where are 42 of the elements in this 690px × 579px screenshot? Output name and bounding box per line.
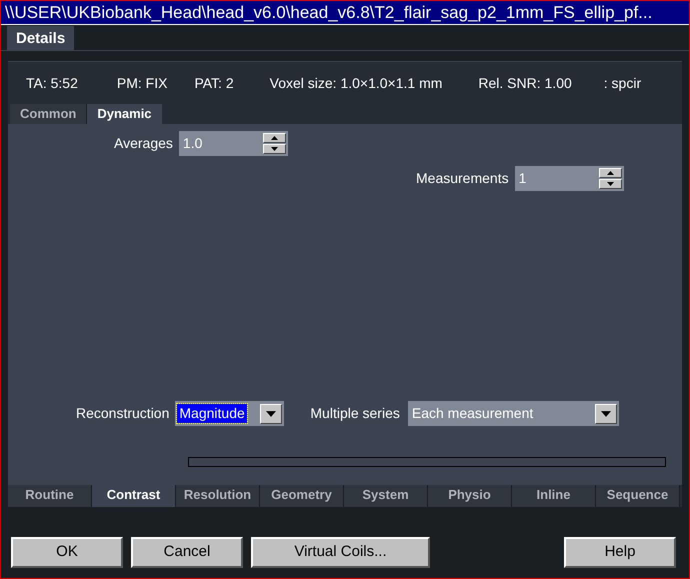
spin-field[interactable]: 1.0 bbox=[178, 131, 288, 156]
tab[interactable]: Inline bbox=[512, 485, 596, 507]
button[interactable]: Virtual Coils... bbox=[251, 537, 430, 568]
field-label: Averages bbox=[114, 134, 173, 153]
info-text: PAT: 2 bbox=[194, 74, 234, 92]
spin-down-button[interactable] bbox=[262, 144, 286, 154]
tab[interactable]: Geometry bbox=[260, 485, 344, 507]
tab[interactable]: Routine bbox=[8, 485, 92, 507]
dropdown-button[interactable] bbox=[260, 404, 282, 424]
field-label: Multiple series bbox=[310, 404, 400, 423]
button[interactable]: OK bbox=[11, 537, 123, 568]
tab[interactable]: Physio bbox=[428, 485, 512, 507]
arrow-down-icon bbox=[270, 147, 278, 151]
caret-icon bbox=[266, 410, 276, 416]
info-text: Rel. SNR: 1.00 bbox=[478, 74, 572, 92]
tab[interactable]: Sequence bbox=[596, 485, 680, 507]
button[interactable]: Help bbox=[564, 537, 676, 568]
arrow-down-icon bbox=[606, 182, 614, 186]
field-label: Reconstruction bbox=[76, 404, 170, 423]
tab[interactable]: Dynamic bbox=[87, 104, 162, 124]
window-title: \\USER\UKBiobank_Head\head_v6.0\head_v6.8\T2_flair_sag_p2_1mm_FS_ellip_pf... bbox=[1, 1, 689, 25]
spin-up-button[interactable] bbox=[598, 168, 622, 178]
dropdown[interactable]: Magnitude bbox=[175, 401, 284, 426]
button[interactable]: Cancel bbox=[131, 537, 243, 568]
tab[interactable]: System bbox=[344, 485, 428, 507]
info-text: Voxel size: 1.0×1.0×1.1 mm bbox=[270, 74, 442, 92]
tab[interactable]: Contrast bbox=[92, 485, 176, 507]
spin-down-button[interactable] bbox=[598, 179, 622, 189]
dropdown[interactable]: Each measurement bbox=[408, 401, 619, 426]
info-text: TA: 5:52 bbox=[26, 74, 78, 92]
info-text: PM: FIX bbox=[116, 74, 168, 92]
tab[interactable]: Resolution bbox=[176, 485, 260, 507]
tab[interactable]: Common bbox=[10, 104, 88, 124]
spin-field[interactable]: 1 bbox=[514, 166, 624, 191]
info-text: : spcir bbox=[604, 74, 642, 93]
field-label: Measurements bbox=[416, 169, 509, 188]
arrow-up-icon bbox=[606, 171, 614, 175]
tab[interactable]: Details bbox=[7, 26, 74, 50]
arrow-up-icon bbox=[270, 136, 278, 140]
dropdown-button[interactable] bbox=[594, 404, 617, 424]
spin-up-button[interactable] bbox=[262, 133, 286, 143]
caret-icon bbox=[600, 410, 611, 416]
